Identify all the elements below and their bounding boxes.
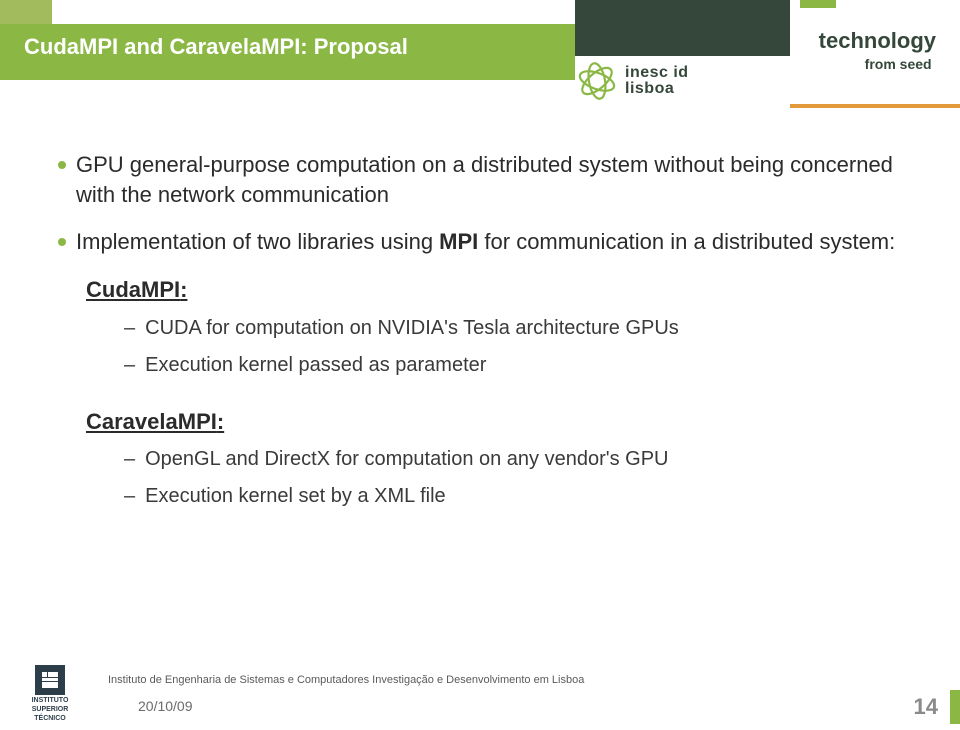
slide-header: CudaMPI and CaravelaMPI: Proposal inesc … bbox=[0, 0, 960, 110]
inesc-logo-line2: lisboa bbox=[625, 81, 689, 97]
cudampi-heading: CudaMPI bbox=[86, 275, 908, 305]
header-accent-tab bbox=[800, 0, 836, 8]
ist-label-2: SUPERIOR bbox=[32, 706, 69, 713]
footer-accent-stub bbox=[950, 690, 960, 724]
ist-label-1: INSTITUTO bbox=[32, 697, 69, 704]
bullet-2: Implementation of two libraries using MP… bbox=[58, 227, 908, 257]
tagline: technology from seed bbox=[819, 28, 936, 72]
caravelampi-heading: CaravelaMPI bbox=[86, 407, 908, 437]
inesc-logo-line1: inesc id bbox=[625, 65, 689, 81]
header-orange-rule bbox=[790, 104, 960, 108]
bullet-dot-icon bbox=[58, 161, 66, 169]
slide-footer: INSTITUTO SUPERIOR TÉCNICO Instituto de … bbox=[0, 660, 960, 730]
page-number: 14 bbox=[914, 694, 938, 720]
caravelampi-list: – OpenGL and DirectX for computation on … bbox=[124, 446, 908, 510]
list-item: – CUDA for computation on NVIDIA's Tesla… bbox=[124, 315, 908, 342]
ist-logo: INSTITUTO SUPERIOR TÉCNICO bbox=[16, 665, 84, 722]
inesc-swirl-icon bbox=[575, 59, 619, 103]
bullet-1: GPU general-purpose computation on a dis… bbox=[58, 150, 908, 209]
caravelampi-item-1: OpenGL and DirectX for computation on an… bbox=[145, 446, 668, 473]
bullet-2-text: Implementation of two libraries using MP… bbox=[76, 227, 895, 257]
dash-icon: – bbox=[124, 315, 135, 342]
bullet-1-text: GPU general-purpose computation on a dis… bbox=[76, 150, 908, 209]
cudampi-item-1: CUDA for computation on NVIDIA's Tesla a… bbox=[145, 315, 679, 342]
inesc-logo-text: inesc id lisboa bbox=[625, 65, 689, 97]
ist-label-3: TÉCNICO bbox=[34, 715, 66, 722]
tagline-line1: technology bbox=[819, 28, 936, 54]
bullet-2-post: for communication in a distributed syste… bbox=[478, 229, 895, 254]
dash-icon: – bbox=[124, 352, 135, 379]
inesc-logo: inesc id lisboa bbox=[575, 56, 785, 106]
list-item: – Execution kernel passed as parameter bbox=[124, 352, 908, 379]
dash-icon: – bbox=[124, 483, 135, 510]
bullet-dot-icon bbox=[58, 238, 66, 246]
slide-title: CudaMPI and CaravelaMPI: Proposal bbox=[24, 34, 408, 60]
caravelampi-item-2: Execution kernel set by a XML file bbox=[145, 483, 446, 510]
slide-content: GPU general-purpose computation on a dis… bbox=[58, 150, 908, 520]
list-item: – OpenGL and DirectX for computation on … bbox=[124, 446, 908, 473]
ist-logo-square bbox=[35, 665, 65, 695]
bullet-2-pre: Implementation of two libraries using bbox=[76, 229, 439, 254]
footer-institution: Instituto de Engenharia de Sistemas e Co… bbox=[108, 674, 584, 686]
list-item: – Execution kernel set by a XML file bbox=[124, 483, 908, 510]
footer-date: 20/10/09 bbox=[138, 698, 193, 714]
header-dark-band bbox=[575, 0, 790, 56]
cudampi-list: – CUDA for computation on NVIDIA's Tesla… bbox=[124, 315, 908, 379]
bullet-2-bold: MPI bbox=[439, 229, 478, 254]
dash-icon: – bbox=[124, 446, 135, 473]
cudampi-item-2: Execution kernel passed as parameter bbox=[145, 352, 486, 379]
tagline-line2: from seed bbox=[865, 56, 936, 72]
